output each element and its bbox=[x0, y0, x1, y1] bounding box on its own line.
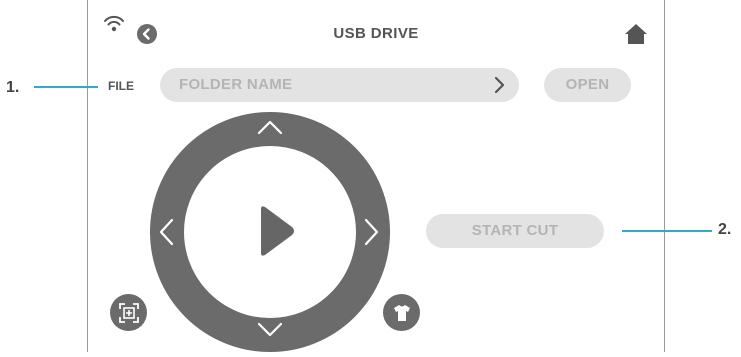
start-cut-button[interactable]: START CUT bbox=[426, 214, 604, 248]
home-icon[interactable] bbox=[624, 23, 648, 45]
tshirt-icon[interactable] bbox=[383, 294, 420, 331]
callout-number-1: 1. bbox=[6, 79, 20, 96]
arrow-right-icon[interactable] bbox=[362, 217, 382, 247]
folder-name-placeholder: FOLDER NAME bbox=[179, 76, 293, 93]
arrow-down-icon[interactable] bbox=[256, 320, 284, 340]
chevron-right-icon[interactable] bbox=[492, 76, 506, 94]
open-button[interactable]: OPEN bbox=[544, 68, 631, 102]
file-label: FILE bbox=[108, 79, 134, 93]
callout-number-2: 2. bbox=[718, 221, 732, 238]
play-icon[interactable] bbox=[256, 204, 296, 258]
folder-name-field[interactable]: FOLDER NAME bbox=[160, 68, 519, 102]
arrow-left-icon[interactable] bbox=[156, 217, 176, 247]
frame-icon[interactable] bbox=[110, 294, 147, 331]
callout-line-2 bbox=[622, 230, 712, 232]
arrow-up-icon[interactable] bbox=[256, 117, 284, 137]
callout-line-1 bbox=[34, 86, 98, 88]
page-title: USB DRIVE bbox=[333, 25, 419, 42]
